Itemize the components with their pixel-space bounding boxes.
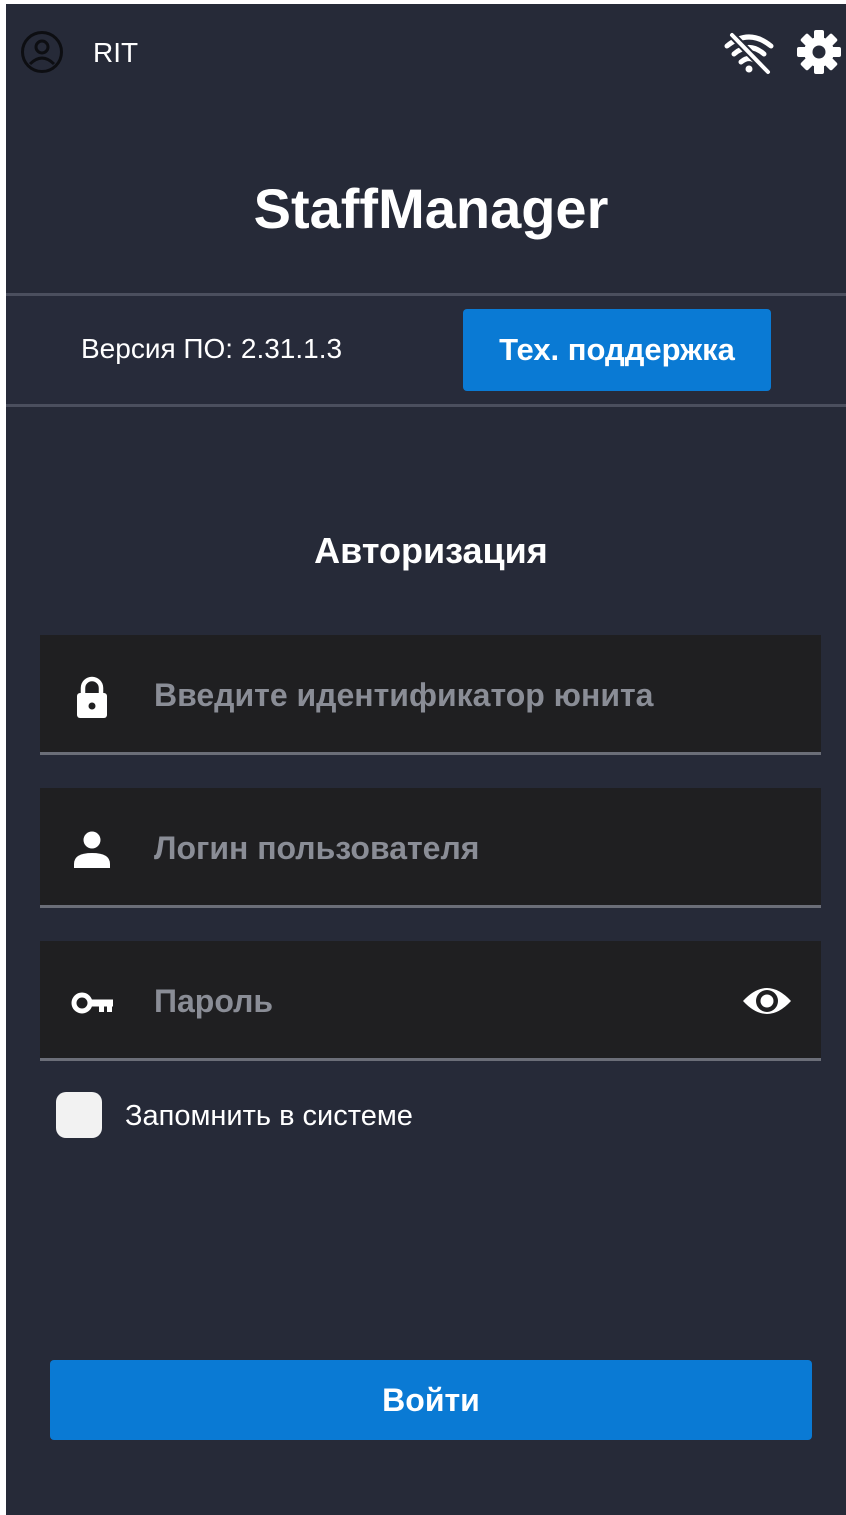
divider	[6, 404, 846, 407]
remember-checkbox[interactable]	[56, 1092, 102, 1138]
wifi-off-icon	[724, 32, 774, 75]
login-field	[40, 788, 821, 908]
unit-id-field	[40, 635, 821, 755]
login-button[interactable]: Войти	[50, 1360, 812, 1440]
auth-title: Авторизация	[314, 530, 548, 571]
password-field	[40, 941, 821, 1061]
person-icon	[74, 831, 110, 868]
version-bar: Версия ПО: 2.31.1.3 Тех. поддержка	[6, 296, 846, 404]
eye-icon[interactable]	[740, 979, 794, 1023]
account-circle-icon	[21, 31, 63, 73]
lock-icon	[77, 676, 107, 718]
login-input[interactable]	[154, 818, 714, 878]
tech-support-button[interactable]: Тех. поддержка	[463, 309, 771, 391]
unit-id-input[interactable]	[154, 665, 714, 725]
gear-icon[interactable]	[796, 29, 842, 75]
top-bar: RIT	[6, 4, 846, 104]
remember-label: Запомнить в системе	[125, 1100, 413, 1132]
app-title: StaffManager	[253, 177, 609, 240]
password-input[interactable]	[154, 971, 714, 1031]
user-name: RIT	[93, 37, 139, 68]
key-icon	[71, 992, 113, 1014]
login-screen: RIT StaffManager Версия ПО: 2.31.1.3 Тех…	[6, 4, 846, 1515]
software-version: Версия ПО: 2.31.1.3	[81, 333, 343, 364]
